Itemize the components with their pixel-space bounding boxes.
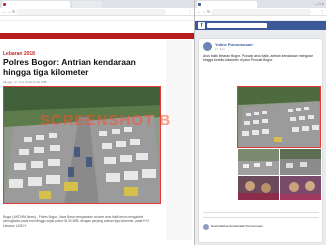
facebook-search-input[interactable] bbox=[207, 23, 267, 28]
right-active-tab[interactable] bbox=[197, 1, 257, 8]
article-byline: Minggu, 17 Juni 2018 22:49 WIB bbox=[3, 80, 47, 84]
comment-preview: Dewi Marlina Nurbarokah Purnomosari bbox=[211, 224, 263, 228]
nav-buttons-icon[interactable]: ←→↻ bbox=[2, 9, 16, 14]
post-photo-thumb[interactable] bbox=[280, 176, 321, 200]
right-address-bar: ←→↻ ⋮ bbox=[195, 8, 326, 16]
left-new-tab[interactable] bbox=[72, 1, 102, 8]
right-url-field[interactable] bbox=[211, 9, 311, 15]
news-sidebar bbox=[166, 40, 192, 240]
facebook-top-bar: f bbox=[195, 21, 326, 30]
window-controls-icon[interactable]: –□× bbox=[315, 1, 325, 6]
post-text: Arus balik lebaran Bogor. Puncak arus ba… bbox=[203, 54, 313, 63]
left-tabstrip bbox=[0, 0, 194, 8]
avatar[interactable] bbox=[203, 42, 212, 51]
traffic-jam-photo bbox=[3, 86, 161, 204]
menu-icon[interactable]: ⋮ bbox=[320, 9, 324, 14]
article-headline: Polres Bogor: Antrian kendaraan hingga t… bbox=[3, 57, 136, 77]
article-caption: Bogor (ANTARA News) - Polres Bogor, Jawa… bbox=[3, 215, 150, 228]
facebook-logo-icon[interactable]: f bbox=[198, 22, 205, 29]
facebook-favicon-icon bbox=[198, 3, 201, 6]
site-favicon-icon bbox=[3, 3, 6, 6]
left-address-bar: ←→↻ ⋮ bbox=[0, 8, 194, 16]
right-tabstrip: –□× bbox=[195, 0, 326, 8]
news-nav-bar bbox=[0, 33, 194, 39]
left-active-tab[interactable] bbox=[2, 1, 70, 8]
post-photo-thumb[interactable] bbox=[238, 149, 279, 175]
nav-buttons-icon[interactable]: ←→↻ bbox=[197, 9, 211, 14]
post-time[interactable]: 17 Juni bbox=[215, 47, 225, 51]
news-site-header bbox=[0, 21, 194, 33]
post-action-bar bbox=[203, 212, 319, 218]
post-photo-thumb[interactable] bbox=[238, 176, 279, 200]
post-photo-thumb[interactable] bbox=[280, 149, 321, 175]
menu-icon[interactable]: ⋮ bbox=[188, 9, 192, 14]
left-url-field[interactable] bbox=[16, 9, 166, 15]
screenshot-watermark: SCREENSHOT B bbox=[40, 112, 172, 129]
